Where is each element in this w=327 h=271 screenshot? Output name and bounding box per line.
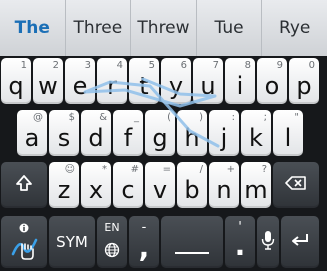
key-d[interactable]: & d	[81, 110, 111, 156]
key-microphone[interactable]	[257, 216, 279, 268]
key-e[interactable]: 3e	[65, 58, 95, 104]
key-s[interactable]: $ s	[49, 110, 79, 156]
key-m[interactable]: ? m	[241, 162, 271, 208]
space-bar-indicator	[175, 252, 209, 254]
globe-icon	[97, 242, 127, 262]
key-u[interactable]: 7u	[193, 58, 223, 104]
key-period[interactable]: ' .	[225, 216, 255, 268]
suggestion-the[interactable]: The	[0, 0, 66, 56]
delete-icon	[273, 175, 319, 195]
key-language[interactable]: EN	[97, 216, 127, 268]
key-comma[interactable]: - ,	[129, 216, 159, 268]
key-enter[interactable]	[281, 216, 319, 268]
key-h[interactable]: ) h	[177, 110, 207, 156]
key-q[interactable]: 1q	[1, 58, 31, 104]
keyboard-row-3: ☺ z * x # c = v / b + n ? m	[0, 162, 327, 212]
key-p[interactable]: 0p	[289, 58, 319, 104]
suggestion-rye[interactable]: Rye	[262, 0, 327, 56]
key-g[interactable]: (g	[145, 110, 175, 156]
key-w[interactable]: 2w	[33, 58, 63, 104]
microphone-icon	[257, 230, 279, 254]
enter-icon	[281, 232, 319, 252]
suggestion-three[interactable]: Three	[66, 0, 132, 56]
key-sym[interactable]: SYM	[49, 216, 95, 268]
key-b[interactable]: / b	[177, 162, 207, 208]
key-a[interactable]: @ a	[17, 110, 47, 156]
key-j[interactable]: :j	[209, 110, 239, 156]
suggestion-bar: The Three Threw Tue Rye	[0, 0, 327, 57]
key-f[interactable]: _ f	[113, 110, 143, 156]
key-z[interactable]: ☺ z	[49, 162, 79, 208]
key-y[interactable]: 6y	[161, 58, 191, 104]
key-v[interactable]: = v	[145, 162, 175, 208]
shift-icon	[1, 174, 47, 196]
keyboard-row-1: 1q 2w 3e 4r 5t 6y 7u 8i 9o 0p	[0, 58, 327, 108]
key-x[interactable]: * x	[81, 162, 111, 208]
keyboard-row-2: @ a $ s & d _ f (g ) h :j ; k " l	[0, 110, 327, 160]
key-c[interactable]: # c	[113, 162, 143, 208]
swype-icon	[1, 234, 47, 264]
key-k[interactable]: ; k	[241, 110, 271, 156]
key-gesture[interactable]	[1, 216, 47, 268]
key-o[interactable]: 9o	[257, 58, 287, 104]
key-delete[interactable]	[273, 162, 319, 208]
key-r[interactable]: 4r	[97, 58, 127, 104]
key-l[interactable]: " l	[273, 110, 303, 156]
keyboard-row-4: SYM EN - , ' .	[0, 216, 327, 268]
suggestion-threw[interactable]: Threw	[131, 0, 197, 56]
key-i[interactable]: 8i	[225, 58, 255, 104]
suggestion-tue[interactable]: Tue	[197, 0, 263, 56]
keyboard: 1q 2w 3e 4r 5t 6y 7u 8i 9o 0p @ a $ s & d _…	[0, 56, 327, 271]
key-n[interactable]: + n	[209, 162, 239, 208]
key-t[interactable]: 5t	[129, 58, 159, 104]
key-space[interactable]	[161, 216, 223, 268]
key-shift[interactable]	[1, 162, 47, 208]
